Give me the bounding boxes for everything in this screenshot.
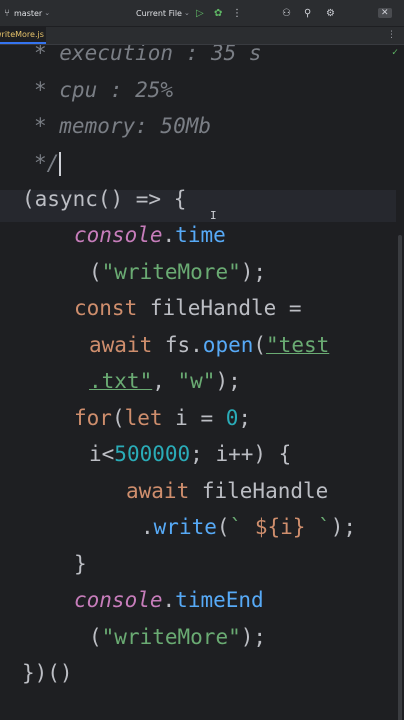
- gear-icon: ⚙: [326, 7, 335, 19]
- branch-icon: ⑂: [4, 7, 10, 19]
- run-button[interactable]: ▷: [196, 0, 204, 26]
- tab-writemore-js[interactable]: writeMore.js ✕: [0, 27, 46, 44]
- main-toolbar: ⑂ master ⌄ Current File ⌄ ▷ ✿ ⋮ ⚇ ⚲ ⚙ ✕: [0, 0, 404, 27]
- code-line: * cpu : 25%: [34, 78, 174, 102]
- run-config-label: Current File: [136, 8, 182, 18]
- settings-button[interactable]: ⚙: [326, 0, 335, 26]
- more-vertical-icon[interactable]: ⋮: [387, 30, 396, 40]
- code-line: * execution : 35 s: [34, 45, 262, 65]
- code-line: .write(` ${i} `);: [141, 515, 356, 539]
- add-user-button[interactable]: ⚇: [282, 0, 291, 26]
- vertical-scrollbar[interactable]: [398, 235, 402, 720]
- code-line: console.time: [74, 223, 226, 247]
- code-line: })(): [22, 661, 73, 685]
- search-icon: ⚲: [304, 7, 312, 19]
- code-line: const fileHandle =: [74, 296, 302, 320]
- text-caret: [59, 152, 62, 176]
- code-editor[interactable]: ✓ I * execution : 35 s * cpu : 25% * mem…: [0, 45, 404, 720]
- code-line: ("writeMore");: [89, 625, 267, 649]
- code-line: (async() => {: [22, 187, 187, 211]
- code-line: await fileHandle: [126, 479, 329, 503]
- code-line: console.timeEnd: [74, 588, 264, 612]
- code-line: i<500000; i++) {: [89, 442, 292, 466]
- chevron-down-icon: ⌄: [183, 9, 190, 17]
- check-icon: ✓: [391, 47, 398, 58]
- code-line: for(let i = 0;: [74, 406, 252, 430]
- debug-button[interactable]: ✿: [214, 0, 222, 26]
- code-line: await fs.open("test: [89, 333, 330, 357]
- code-line: .txt", "w");: [89, 369, 241, 393]
- search-button[interactable]: ⚲: [304, 0, 311, 26]
- tab-label: writeMore.js: [0, 30, 44, 39]
- chevron-down-icon: ⌄: [44, 9, 51, 17]
- code-line: }: [74, 552, 87, 576]
- debug-icon: ✿: [214, 7, 223, 19]
- code-line: */: [34, 151, 62, 176]
- branch-name: master: [14, 8, 43, 18]
- close-icon: ✕: [378, 8, 392, 18]
- more-actions-button[interactable]: ⋮: [232, 0, 242, 26]
- vcs-branch-widget[interactable]: ⑂ master ⌄: [4, 0, 50, 26]
- add-user-icon: ⚇: [282, 7, 291, 19]
- run-config-selector[interactable]: Current File ⌄: [136, 0, 190, 26]
- code-line: ("writeMore");: [89, 260, 267, 284]
- code-line: * memory: 50Mb: [34, 114, 212, 138]
- editor-tabs: writeMore.js ✕ ⋮: [0, 27, 404, 45]
- run-icon: ▷: [196, 7, 204, 19]
- more-vertical-icon: ⋮: [232, 7, 242, 19]
- close-window-button[interactable]: ✕: [378, 0, 392, 26]
